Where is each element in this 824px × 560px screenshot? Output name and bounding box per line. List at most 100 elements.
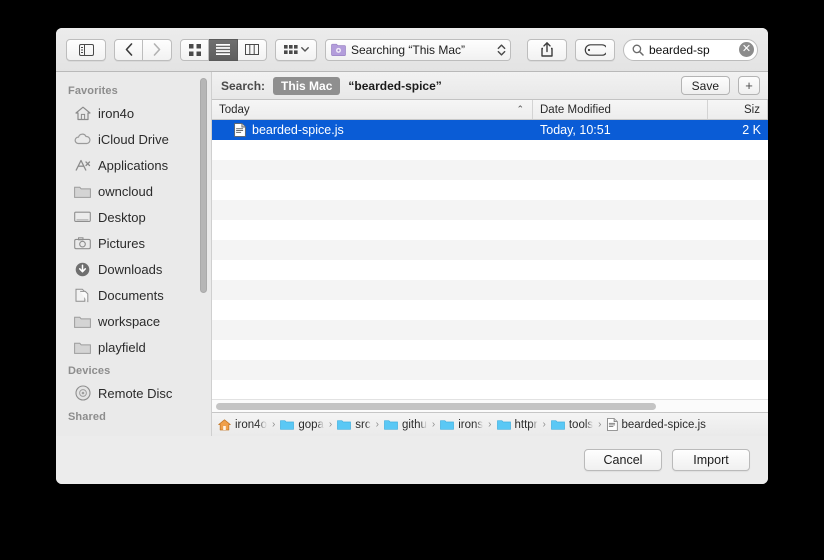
sidebar-item-owncloud[interactable]: owncloud (56, 178, 211, 204)
desktop-icon (74, 209, 91, 226)
view-mode-segmented-control (180, 38, 267, 61)
column-header-size[interactable]: Siz (708, 100, 768, 119)
empty-row[interactable] (212, 140, 768, 160)
list-view-button[interactable] (209, 38, 238, 61)
breadcrumb-label: tools (568, 418, 594, 431)
disc-icon (74, 385, 91, 402)
import-button[interactable]: Import (672, 449, 750, 471)
sidebar-item-applications[interactable]: Applications (56, 152, 211, 178)
share-icon (541, 42, 553, 57)
breadcrumb-item-src[interactable]: src (337, 419, 371, 431)
column-headers: Today ⌃ Date Modified Siz (212, 100, 768, 120)
main-panel: Search: This Mac “bearded-spice” Save + … (212, 72, 768, 436)
breadcrumb-item-httpreq[interactable]: httpr (496, 419, 538, 431)
empty-row[interactable] (212, 300, 768, 320)
sidebar-item-label: Desktop (98, 209, 146, 225)
icon-view-button[interactable] (180, 38, 209, 61)
breadcrumb-item-gopath[interactable]: gopa (280, 419, 324, 431)
sidebar-item-pictures[interactable]: Pictures (56, 230, 211, 256)
sidebar-item-documents[interactable]: Documents (56, 282, 211, 308)
search-query-text[interactable]: “bearded-spice” (348, 79, 441, 93)
empty-row[interactable] (212, 260, 768, 280)
column-header-size-label: Siz (744, 103, 760, 116)
back-button[interactable] (114, 38, 143, 61)
dialog-footer: Cancel Import (56, 436, 768, 484)
empty-row[interactable] (212, 240, 768, 260)
folder-icon (337, 420, 352, 430)
folder-icon (440, 420, 455, 430)
sidebar-item-label: iCloud Drive (98, 131, 169, 147)
search-input[interactable]: bearded-sp ✕ (623, 38, 758, 61)
breadcrumb-separator: › (271, 419, 276, 430)
toolbar: Searching “This Mac” bearded-sp ✕ (56, 28, 768, 72)
forward-button[interactable] (143, 38, 172, 61)
folder-icon (551, 420, 565, 430)
file-date-cell: Today, 10:51 (540, 123, 611, 137)
file-list[interactable]: bearded-spice.js Today, 10:51 2 K (212, 120, 768, 412)
sidebar: Favorites iron4o iCloud Drive Applicatio… (56, 72, 212, 436)
cloud-icon (74, 131, 91, 148)
folder-icon (74, 183, 91, 200)
sidebar-section-devices-header: Devices (68, 365, 111, 377)
search-input-value: bearded-sp (649, 42, 710, 57)
empty-row[interactable] (212, 220, 768, 240)
empty-row[interactable] (212, 160, 768, 180)
smart-folder-icon (331, 43, 346, 56)
sidebar-item-workspace[interactable]: workspace (56, 308, 211, 334)
chevron-right-icon (153, 43, 161, 56)
file-size-cell: 2 K (742, 123, 761, 137)
table-row[interactable]: bearded-spice.js Today, 10:51 2 K (212, 120, 768, 140)
tags-button[interactable] (575, 38, 615, 61)
breadcrumb-separator: › (598, 419, 602, 430)
breadcrumb-label: githu (401, 418, 427, 431)
breadcrumb-item-ironsmith[interactable]: irons (440, 419, 483, 431)
sidebar-icon (78, 43, 94, 56)
sidebar-item-desktop[interactable]: Desktop (56, 204, 211, 230)
search-scope-this-mac[interactable]: This Mac (273, 76, 341, 95)
empty-row[interactable] (212, 340, 768, 360)
sidebar-item-remote-disc[interactable]: Remote Disc (56, 380, 211, 406)
breadcrumb-label: gopa (298, 418, 324, 431)
breadcrumb-separator: › (542, 419, 546, 430)
search-criteria-bar: Search: This Mac “bearded-spice” Save + (212, 72, 768, 100)
column-header-name[interactable]: Today ⌃ (212, 100, 533, 119)
navigation-buttons (114, 38, 172, 61)
sidebar-item-iron4o[interactable]: iron4o (56, 100, 211, 126)
sidebar-item-label: playfield (98, 339, 146, 355)
horizontal-scrollbar-thumb[interactable] (216, 403, 656, 410)
breadcrumb-separator: › (375, 419, 379, 430)
cancel-button[interactable]: Cancel (584, 449, 662, 471)
downloads-icon (74, 261, 91, 278)
empty-row[interactable] (212, 200, 768, 220)
empty-row[interactable] (212, 180, 768, 200)
empty-row[interactable] (212, 320, 768, 340)
column-header-date-modified[interactable]: Date Modified (533, 100, 708, 119)
breadcrumb-item-file[interactable]: bearded-spice.js (606, 418, 706, 431)
breadcrumb-item-github[interactable]: githu (384, 419, 427, 431)
empty-row[interactable] (212, 380, 768, 400)
column-view-button[interactable] (238, 38, 267, 61)
search-icon (632, 44, 644, 56)
add-criteria-button[interactable]: + (738, 76, 760, 95)
chevron-left-icon (125, 43, 132, 56)
clear-search-icon[interactable]: ✕ (739, 42, 754, 57)
arrange-by-button[interactable] (275, 38, 317, 61)
sort-ascending-icon: ⌃ (516, 104, 524, 114)
breadcrumb-label: bearded-spice.js (621, 418, 706, 431)
breadcrumb-item-tools[interactable]: tools (551, 419, 593, 431)
search-label: Search: (221, 78, 266, 93)
save-search-button[interactable]: Save (680, 76, 730, 95)
breadcrumb-item-iron4o[interactable]: iron4o (218, 419, 267, 431)
empty-row[interactable] (212, 360, 768, 380)
pictures-icon (74, 235, 91, 252)
sidebar-item-playfield[interactable]: playfield (56, 334, 211, 360)
grid-icon (188, 43, 201, 56)
sidebar-item-downloads[interactable]: Downloads (56, 256, 211, 282)
horizontal-scrollbar[interactable] (212, 399, 768, 412)
empty-row[interactable] (212, 280, 768, 300)
sidebar-item-icloud-drive[interactable]: iCloud Drive (56, 126, 211, 152)
share-button[interactable] (527, 38, 567, 61)
sidebar-scrollbar[interactable] (200, 78, 207, 293)
search-scope-popup-button[interactable]: Searching “This Mac” (325, 38, 511, 61)
sidebar-toggle-button[interactable] (66, 38, 106, 61)
